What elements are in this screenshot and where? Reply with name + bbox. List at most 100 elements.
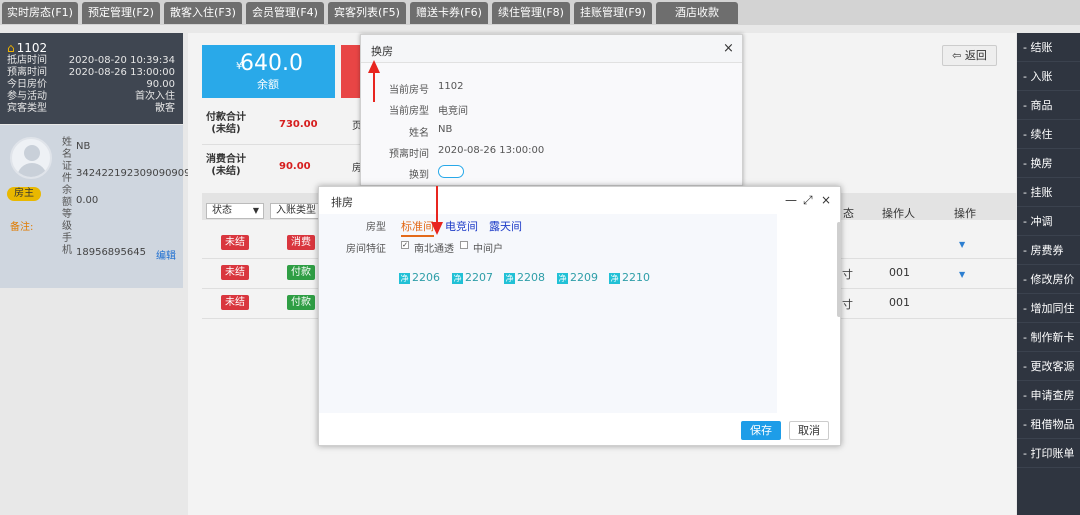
menu-on-account[interactable]: - 挂账 (1017, 178, 1080, 207)
tab-walk-in[interactable]: 散客入住(F3) (164, 2, 242, 24)
room-option[interactable]: 净 2206 (399, 271, 440, 284)
status-tag: 未结 (221, 235, 249, 250)
feature-label: 房间特征 (346, 244, 386, 255)
change-room-dialog: 换房 × 当前房号 1102 当前房型 电竞间 姓名 NB 预离时间 2020-… (360, 34, 743, 186)
minimize-icon[interactable]: — (785, 193, 797, 207)
room-option[interactable]: 净 2208 (504, 271, 545, 284)
room-type-esports[interactable]: 电竞间 (445, 218, 478, 234)
arrow-head-down-icon (431, 222, 443, 235)
assign-room-dialog: 排房 — ⤢ × 房型 标准间 电竞间 露天间 房间特征 ✓ 南北通透 中间户 … (318, 186, 841, 446)
maximize-icon[interactable]: ⤢ (803, 193, 813, 208)
menu-modify-rate[interactable]: - 修改房价 (1017, 265, 1080, 294)
operator-cell: 001 (889, 296, 910, 309)
menu-adjust[interactable]: - 冲调 (1017, 207, 1080, 236)
room-info-panel: ⌂ 1102 抵店时间 2020-08-20 10:39:34 预离时间 2020-0… (0, 33, 183, 124)
status-tag: 未结 (221, 295, 249, 310)
tab-hotel-payments[interactable]: 酒店收款 (656, 2, 738, 24)
tab-guest-list[interactable]: 宾客列表(F5) (328, 2, 406, 24)
departure-time-value: 2020-08-26 13:00:00 (438, 145, 545, 156)
field-label: 当前房号 (389, 85, 429, 96)
menu-post-entry[interactable]: - 入账 (1017, 62, 1080, 91)
menu-rent-items[interactable]: - 租借物品 (1017, 410, 1080, 439)
close-icon[interactable]: × (723, 41, 734, 56)
current-room-number: 1102 (438, 81, 464, 92)
menu-room-voucher[interactable]: - 房费券 (1017, 236, 1080, 265)
action-column-header: 操作 (954, 207, 976, 220)
room-info-row: 参与活动 首次入住 (7, 91, 175, 102)
type-tag: 消费 (287, 235, 315, 250)
tab-gift-coupons[interactable]: 赠送卡券(F6) (410, 2, 488, 24)
tab-extend-stay[interactable]: 续住管理(F8) (492, 2, 570, 24)
consumption-total-value: 90.00 (279, 161, 311, 172)
tab-realtime-status[interactable]: 实时房态(F1) (2, 2, 78, 24)
menu-change-room[interactable]: - 换房 (1017, 149, 1080, 178)
menu-add-cohabitant[interactable]: - 增加同住 (1017, 294, 1080, 323)
field-label: 当前房型 (389, 106, 429, 117)
guest-id-number: 342422192309090909 (76, 168, 191, 179)
menu-goods[interactable]: - 商品 (1017, 91, 1080, 120)
checkbox-checked-icon[interactable]: ✓ (401, 241, 409, 249)
guest-field-labels: 姓名证件余额等级手机 (62, 137, 72, 256)
row-action-dropdown-icon[interactable]: ▼ (959, 270, 965, 279)
room-info-row: 今日房价 90.00 (7, 79, 175, 90)
menu-checkout[interactable]: - 结账 (1017, 33, 1080, 62)
menu-print-bill[interactable]: - 打印账单 (1017, 439, 1080, 468)
close-icon[interactable]: × (821, 193, 831, 207)
guest-name-value: NB (438, 124, 453, 135)
operator-cell: 001 (889, 266, 910, 279)
right-action-menu: - 结账 - 入账 - 商品 - 续住 - 换房 - 挂账 - 冲调 - 房费券… (1017, 33, 1080, 515)
avatar (10, 137, 52, 179)
divider (202, 144, 360, 145)
feature-middle-unit: 中间户 (473, 244, 503, 255)
tab-members[interactable]: 会员管理(F4) (246, 2, 324, 24)
type-tag: 付款 (287, 265, 315, 280)
room-number: 1102 (16, 41, 48, 55)
menu-extend-stay[interactable]: - 续住 (1017, 120, 1080, 149)
clean-badge-icon: 净 (452, 273, 463, 284)
balance-label: 余额 (257, 78, 279, 91)
dialog-title: 换房 (371, 45, 393, 58)
menu-request-inspection[interactable]: - 申请查房 (1017, 381, 1080, 410)
room-info-row: 预离时间 2020-08-26 13:00:00 (7, 67, 175, 78)
top-tab-bar: 实时房态(F1) 预定管理(F2) 散客入住(F3) 会员管理(F4) 宾客列表… (0, 0, 1080, 25)
room-type-openair[interactable]: 露天间 (489, 218, 522, 234)
tab-on-account[interactable]: 挂账管理(F9) (574, 2, 652, 24)
scrollbar[interactable] (837, 222, 841, 317)
table-cell: 寸 (842, 268, 853, 281)
caret-down-icon: ▼ (252, 206, 259, 215)
cancel-button[interactable]: 取消 (789, 421, 829, 440)
room-info-row: 宾客类型 散客 (7, 103, 175, 114)
consumption-total-label: 消费合计 (未结) (206, 154, 246, 177)
column-header: 态 (843, 207, 854, 220)
menu-make-card[interactable]: - 制作新卡 (1017, 323, 1080, 352)
clean-badge-icon: 净 (504, 273, 515, 284)
back-icon: ⇦ (952, 49, 965, 62)
arrow-head-up-icon (368, 60, 380, 73)
target-room-input[interactable] (438, 165, 464, 178)
tab-reservation[interactable]: 预定管理(F2) (82, 2, 160, 24)
room-info-row: 抵店时间 2020-08-20 10:39:34 (7, 55, 175, 66)
owner-badge: 房主 (7, 187, 41, 201)
room-option[interactable]: 净 2210 (609, 271, 650, 284)
status-filter-select[interactable]: 状态 ▼ (206, 203, 264, 219)
dialog-title: 排房 (331, 196, 353, 209)
entry-type-filter-select[interactable]: 入账类型 (270, 203, 322, 219)
save-button[interactable]: 保存 (741, 421, 781, 440)
room-option[interactable]: 净 2209 (557, 271, 598, 284)
row-action-dropdown-icon[interactable]: ▼ (959, 240, 965, 249)
menu-change-source[interactable]: - 更改客源 (1017, 352, 1080, 381)
back-button[interactable]: ⇦ 返回 (942, 45, 997, 66)
checkbox-icon[interactable] (460, 241, 468, 249)
edit-link[interactable]: 编辑 (156, 247, 176, 262)
annotation-arrow (436, 186, 438, 224)
field-label: 预离时间 (389, 149, 429, 160)
payment-total-label: 付款合计 (未结) (206, 112, 246, 135)
room-option[interactable]: 净 2207 (452, 271, 493, 284)
current-room-type: 电竞间 (438, 106, 468, 117)
balance-card: ¥ 640.0 余额 (202, 45, 335, 98)
remark-label: 备注: (10, 222, 34, 233)
clean-badge-icon: 净 (609, 273, 620, 284)
room-type-standard[interactable]: 标准间 (401, 218, 434, 237)
feature-north-south: 南北通透 (414, 244, 454, 255)
annotation-arrow (373, 72, 375, 102)
